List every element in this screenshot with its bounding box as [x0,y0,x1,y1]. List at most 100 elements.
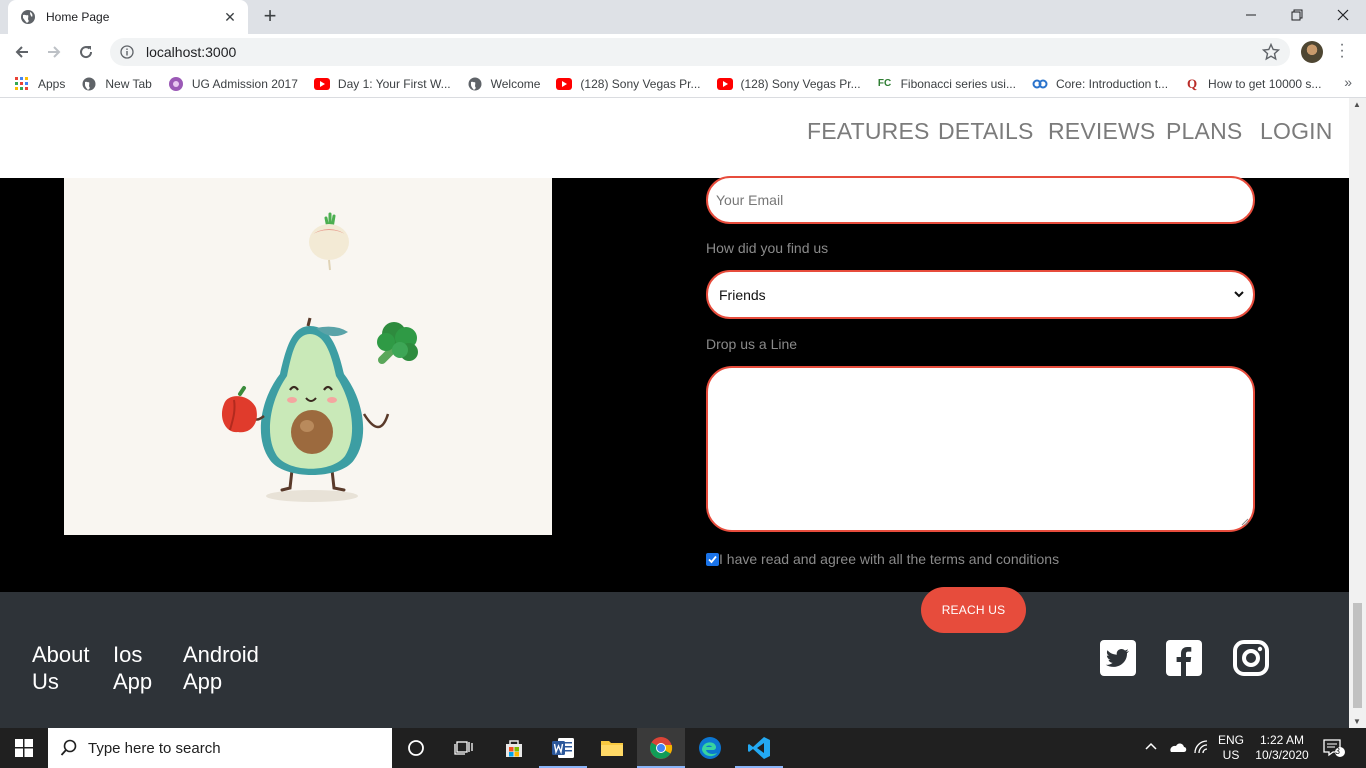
globe-icon [81,76,97,92]
language-code: ENG [1217,733,1244,747]
nav-details[interactable]: DETAILS [938,118,1034,145]
email-placeholder: Your Email [716,192,784,208]
twitter-icon[interactable] [1100,640,1136,676]
restore-button[interactable] [1274,0,1320,30]
taskbar-search-box[interactable]: Type here to search [48,728,392,768]
task-view-button[interactable] [440,728,488,768]
message-textarea[interactable] [706,366,1255,532]
nav-login[interactable]: LOGIN [1260,118,1333,145]
start-button[interactable] [0,728,48,768]
footer-link-line: App [113,669,153,694]
globe-icon [467,76,483,92]
cortana-button[interactable] [392,728,440,768]
fc-icon: FC [877,78,892,89]
find-us-value: Friends [719,286,766,303]
cortana-icon [408,740,424,756]
chevron-up-icon [1145,742,1157,750]
language-indicator[interactable]: ENG US [1214,733,1248,763]
message-label: Drop us a Line [706,336,798,352]
find-us-label: How did you find us [706,240,829,256]
bookmark-label: Welcome [490,76,541,91]
bookmark-item[interactable]: FC Fibonacci series usi... [877,76,1016,92]
bookmark-label: (128) Sony Vegas Pr... [740,76,861,91]
page-scrollbar[interactable]: ▲ ▼ [1349,98,1366,728]
close-window-button[interactable] [1320,0,1366,30]
search-icon [60,739,77,756]
more-bookmarks-button[interactable]: » [1344,74,1352,90]
nav-features[interactable]: FEATURES [807,118,930,145]
close-tab-icon[interactable]: ✕ [222,9,238,26]
bookmark-label: Apps [38,76,66,91]
bookmark-item[interactable]: Apps [14,76,65,92]
bookmark-item[interactable]: UG Admission 2017 [168,76,298,92]
chrome-app[interactable] [637,728,685,768]
bookmark-item[interactable]: Day 1: Your First W... [313,76,451,92]
edge-app[interactable] [686,728,734,768]
scroll-up-icon[interactable]: ▲ [1353,100,1361,109]
folder-icon [601,741,623,756]
new-tab-button[interactable]: + [258,5,282,29]
onedrive-icon[interactable] [1167,740,1187,758]
footer-link-line: About [32,642,90,667]
store-app[interactable] [490,728,538,768]
bookmark-item[interactable]: New Tab [81,76,152,92]
profile-avatar[interactable] [1301,41,1323,63]
bookmark-item[interactable]: Welcome [467,76,541,92]
reload-button[interactable] [74,40,98,64]
footer-link-about-us[interactable]: About Us [32,641,90,695]
bookmark-star-icon[interactable] [1262,43,1280,61]
facebook-icon[interactable] [1166,640,1202,676]
clock-date: 10/3/2020 [1255,748,1309,762]
windows-taskbar: Type here to search ENG US 1:22 AM 10/3/… [0,728,1366,768]
store-icon [506,740,522,757]
find-us-select[interactable]: Friends [706,270,1255,319]
address-bar[interactable]: localhost:3000 [110,38,1290,66]
footer-link-line: Ios [113,642,143,667]
info-icon [120,45,134,59]
url-text: localhost:3000 [146,44,237,60]
scroll-down-icon[interactable]: ▼ [1353,717,1361,726]
language-region: US [1222,748,1240,762]
youtube-icon [556,76,573,92]
back-button[interactable] [10,40,34,64]
reach-us-button[interactable]: REACH US [921,587,1026,633]
footer-link-line: Us [32,669,59,694]
scrollbar-thumb[interactable] [1353,603,1362,708]
bookmark-label: New Tab [105,76,152,91]
footer-link-ios-app[interactable]: Ios App [113,641,152,695]
bookmark-item[interactable]: (128) Sony Vegas Pr... [716,76,861,92]
tab-home-page[interactable]: Home Page ✕ [8,0,248,34]
browser-toolbar: localhost:3000 [0,34,1366,70]
search-placeholder: Type here to search [88,739,221,757]
footer-link-android-app[interactable]: Android App [183,641,259,695]
wifi-icon[interactable] [1193,740,1211,758]
instagram-icon[interactable] [1233,640,1269,676]
vscode-app[interactable] [735,728,783,768]
bookmark-label: Core: Introduction t... [1055,76,1169,91]
resize-grip-icon[interactable] [1241,518,1249,526]
windows-logo-icon [15,739,33,757]
word-app[interactable] [539,728,587,768]
minimize-icon [1246,14,1256,16]
forward-button[interactable] [42,40,66,64]
terms-label: I have read and agree with all the terms… [719,551,1060,567]
bookmark-item[interactable]: Q How to get 10000 s... [1184,76,1321,92]
action-center-button[interactable]: 3 [1322,739,1346,761]
notification-icon [1323,739,1345,757]
file-explorer-app[interactable] [588,728,636,768]
clock[interactable]: 1:22 AM 10/3/2020 [1250,733,1314,763]
site-navbar: FEATURES DETAILS REVIEWS PLANS LOGIN [0,98,1349,178]
bookmark-item[interactable]: Core: Introduction t... [1032,76,1168,92]
close-icon [1337,9,1349,21]
browser-menu-icon[interactable]: · · · [1336,37,1348,65]
terms-checkbox[interactable] [706,553,719,566]
task-view-icon [454,741,473,755]
bookmark-item[interactable]: (128) Sony Vegas Pr... [556,76,701,92]
minimize-button[interactable] [1228,0,1274,30]
bookmark-label: Fibonacci series usi... [900,76,1016,91]
chrome-icon [650,737,673,759]
nav-reviews[interactable]: REVIEWS [1048,118,1155,145]
email-input[interactable]: Your Email [706,176,1255,224]
nav-plans[interactable]: PLANS [1166,118,1242,145]
show-hidden-icons[interactable] [1144,740,1158,755]
